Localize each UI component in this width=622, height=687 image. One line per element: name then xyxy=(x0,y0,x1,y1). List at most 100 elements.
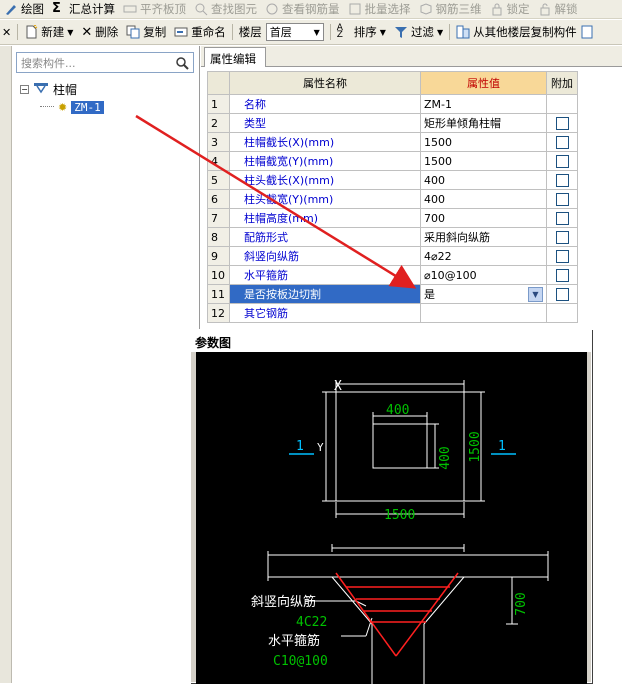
tree-node-child[interactable]: ✹ ZM-1 xyxy=(20,98,104,116)
delete-button[interactable]: ✕ 删除 xyxy=(77,20,122,44)
property-value[interactable]: 700 xyxy=(420,208,547,228)
row-number: 9 xyxy=(207,246,230,266)
parameter-figure-window: 参数图 X Y 400 400 1500 1500 1 1 斜竖向纵筋 4C22… xyxy=(190,329,592,684)
component-tree: − 柱帽 ✹ ZM-1 xyxy=(20,80,104,116)
view-rebar-quantity-button[interactable]: 查看钢筋量 xyxy=(261,0,344,18)
dim-x-label: X xyxy=(334,379,342,394)
dim-y-label: Y xyxy=(317,441,324,454)
find-icon xyxy=(194,2,208,16)
copy-button[interactable]: 复制 xyxy=(122,20,170,44)
row-number: 4 xyxy=(207,151,230,171)
property-value[interactable]: 1500 xyxy=(420,132,547,152)
property-value[interactable]: 400 xyxy=(420,170,547,190)
extra-cell xyxy=(546,303,578,323)
rebar-3d-button[interactable]: 钢筋三维 xyxy=(415,0,486,18)
extra-cell xyxy=(546,265,578,285)
property-name: 柱帽高度(mm) xyxy=(229,208,421,228)
property-value[interactable] xyxy=(420,303,547,323)
property-value-select[interactable]: 是 ▼ xyxy=(424,286,543,302)
lock-button[interactable]: 锁定 xyxy=(486,0,534,18)
extra-checkbox[interactable] xyxy=(555,192,569,206)
copy-from-other-floor-button[interactable]: 从其他楼层复制构件 xyxy=(452,20,598,44)
unlock-button[interactable]: 解锁 xyxy=(534,0,582,18)
extra-checkbox[interactable] xyxy=(555,135,569,149)
property-name: 是否按板边切割 xyxy=(229,284,421,304)
extra-checkbox[interactable] xyxy=(555,249,569,263)
chevron-down-icon[interactable]: ▼ xyxy=(528,286,543,302)
new-button[interactable]: 新建 ▼ xyxy=(20,20,77,44)
extra-checkbox[interactable] xyxy=(555,173,569,187)
table-row[interactable]: 6 柱头截宽(Y)(mm) 400 xyxy=(207,189,578,209)
property-value[interactable]: 矩形单倾角柱帽 xyxy=(420,113,547,133)
table-row[interactable]: 7 柱帽高度(mm) 700 xyxy=(207,208,578,228)
property-value[interactable]: 采用斜向纵筋 xyxy=(420,227,547,247)
property-name: 柱帽截宽(Y)(mm) xyxy=(229,151,421,171)
toolbar-separator xyxy=(17,24,19,40)
extra-cell xyxy=(546,246,578,266)
flush-slab-top-button[interactable]: 平齐板顶 xyxy=(119,0,190,18)
extra-checkbox[interactable] xyxy=(555,211,569,225)
property-value[interactable]: 4⌀22 xyxy=(420,246,547,266)
collapse-icon[interactable]: − xyxy=(20,84,29,94)
parameter-figure-canvas: X Y 400 400 1500 1500 1 1 斜竖向纵筋 4C22 水平箍… xyxy=(196,352,587,684)
table-row[interactable]: 5 柱头截长(X)(mm) 400 xyxy=(207,170,578,190)
tab-property-edit[interactable]: 属性编辑 xyxy=(204,47,266,67)
property-name: 柱头截长(X)(mm) xyxy=(229,170,421,190)
property-value[interactable]: ⌀10@100 xyxy=(420,265,547,285)
header-value: 属性值 xyxy=(420,71,547,95)
close-panel-button[interactable]: ✕ xyxy=(0,20,15,44)
draw-button[interactable]: 绘图 xyxy=(0,0,48,18)
rebar-view-icon xyxy=(265,2,279,16)
chevron-down-icon: ▼ xyxy=(67,27,74,37)
property-value-text: 是 xyxy=(424,288,435,301)
component-list-panel: 搜索构件... − 柱帽 ✹ ZM-1 xyxy=(0,46,200,683)
table-row[interactable]: 1 名称 ZM-1 xyxy=(207,94,578,114)
gear-icon: ✹ xyxy=(58,100,68,114)
toolbar-separator xyxy=(449,24,451,40)
floor-copy-icon xyxy=(456,25,470,39)
property-name: 名称 xyxy=(229,94,421,114)
extra-checkbox[interactable] xyxy=(555,230,569,244)
table-row[interactable]: 2 类型 矩形单倾角柱帽 xyxy=(207,113,578,133)
floor-select[interactable]: 首层 ▼ xyxy=(265,23,324,41)
tree-node-root[interactable]: − 柱帽 xyxy=(20,80,104,98)
extra-cell xyxy=(546,132,578,152)
extra-checkbox[interactable] xyxy=(555,116,569,130)
component-toolbar: ✕ 新建 ▼ ✕ 删除 复制 重命名 楼层 首层 ▼ AZ 排序 ▼ 过滤 ▼ … xyxy=(0,20,622,45)
row-number: 1 xyxy=(207,94,230,114)
search-input[interactable]: 搜索构件... xyxy=(16,52,194,73)
sort-button[interactable]: AZ 排序 ▼ xyxy=(333,20,390,44)
panel-strip xyxy=(0,46,12,683)
table-row[interactable]: 9 斜竖向纵筋 4⌀22 xyxy=(207,246,578,266)
table-row[interactable]: 8 配筋形式 采用斜向纵筋 xyxy=(207,227,578,247)
batch-select-button[interactable]: 批量选择 xyxy=(344,0,415,18)
filter-button[interactable]: 过滤 ▼ xyxy=(390,20,447,44)
property-value[interactable]: 400 xyxy=(420,189,547,209)
extra-checkbox[interactable] xyxy=(555,287,569,301)
property-value[interactable]: 是 ▼ xyxy=(420,284,547,304)
find-element-button[interactable]: 查找图元 xyxy=(190,0,261,18)
summary-calc-button[interactable]: Σ 汇总计算 xyxy=(48,0,119,18)
property-value[interactable]: ZM-1 xyxy=(420,94,547,114)
rebar-3d-icon xyxy=(419,2,433,16)
table-row[interactable]: 11 是否按板边切割是 ▼ xyxy=(207,284,578,304)
extra-checkbox[interactable] xyxy=(555,268,569,282)
extra-checkbox[interactable] xyxy=(555,154,569,168)
filter-icon xyxy=(394,25,408,39)
extra-cell xyxy=(546,113,578,133)
toolbar-separator xyxy=(329,24,331,40)
table-row[interactable]: 3 柱帽截长(X)(mm) 1500 xyxy=(207,132,578,152)
table-row[interactable]: 12 其它钢筋 xyxy=(207,303,578,323)
rename-icon xyxy=(174,25,188,39)
column-cap-icon xyxy=(33,82,49,97)
chevron-down-icon: ▼ xyxy=(436,27,444,37)
row-number: 12 xyxy=(207,303,230,323)
rename-button[interactable]: 重命名 xyxy=(170,20,230,44)
dim-height-700-label: 700 xyxy=(514,592,529,615)
search-icon[interactable] xyxy=(175,56,189,73)
delete-icon: ✕ xyxy=(81,24,93,40)
rebar-lines xyxy=(335,572,459,657)
table-row[interactable]: 10 水平箍筋 ⌀10@100 xyxy=(207,265,578,285)
table-row[interactable]: 4 柱帽截宽(Y)(mm) 1500 xyxy=(207,151,578,171)
property-value[interactable]: 1500 xyxy=(420,151,547,171)
